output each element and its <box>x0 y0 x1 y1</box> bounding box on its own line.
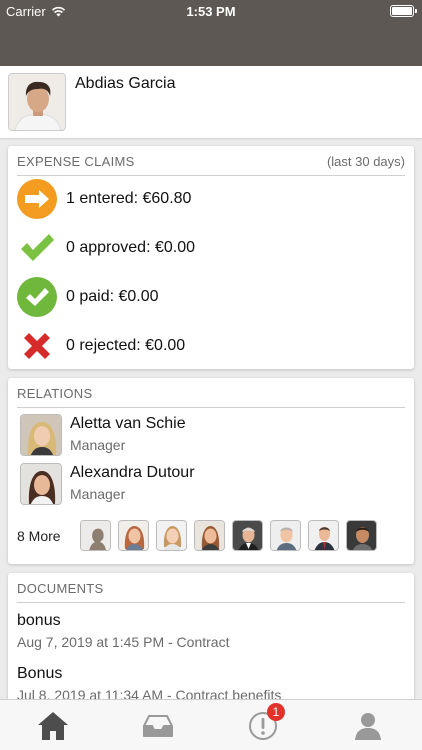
woman-portrait-icon <box>21 415 61 455</box>
status-bar: Carrier 1:53 PM <box>0 0 422 22</box>
navigation-bar <box>0 22 422 66</box>
person-photo-icon <box>233 521 262 550</box>
relations-title: RELATIONS <box>17 386 93 401</box>
claim-rejected-label: 0 rejected: €0.00 <box>66 337 186 354</box>
document-title: bonus <box>17 612 61 629</box>
claim-row-rejected[interactable]: 0 rejected: €0.00 <box>16 324 185 368</box>
person-photo-icon <box>157 521 186 550</box>
relations-card: RELATIONS Aletta van Schie Manager Alexa… <box>8 378 414 564</box>
document-title: Bonus <box>17 665 63 682</box>
relation-role: Manager <box>70 437 126 453</box>
more-relations-row[interactable]: 8 More <box>17 520 407 552</box>
person-photo-icon <box>271 521 300 550</box>
document-item[interactable]: bonus Aug 7, 2019 at 1:45 PM - Contract <box>17 612 229 650</box>
clock: 1:53 PM <box>186 4 236 19</box>
expense-claims-card: EXPENSE CLAIMS (last 30 days) 1 entered:… <box>8 146 414 369</box>
relation-role: Manager <box>70 486 126 502</box>
claim-approved-label: 0 approved: €0.00 <box>66 239 195 256</box>
relation-thumbnail[interactable] <box>232 520 263 551</box>
claim-paid-label: 0 paid: €0.00 <box>66 288 159 305</box>
home-icon <box>37 711 68 740</box>
relation-avatar <box>20 414 62 456</box>
person-icon <box>354 712 381 740</box>
document-meta: Aug 7, 2019 at 1:45 PM - Contract <box>17 634 230 650</box>
relation-name: Aletta van Schie <box>70 415 186 432</box>
person-photo-icon <box>119 521 148 550</box>
relations-header: RELATIONS <box>17 386 405 408</box>
claim-entered-label: 1 entered: €60.80 <box>66 190 192 207</box>
document-item[interactable]: Bonus Jul 8, 2019 at 11:34 AM - Contract… <box>17 665 281 703</box>
person-photo-icon <box>347 521 376 550</box>
more-relations-label[interactable]: 8 More <box>17 528 61 544</box>
tab-profile[interactable] <box>315 700 420 750</box>
checkmark-icon <box>21 234 54 261</box>
profile-name: Abdias Garcia <box>75 75 176 92</box>
expense-claims-period: (last 30 days) <box>326 154 405 169</box>
profile-photo[interactable] <box>8 73 66 131</box>
expense-claims-title: EXPENSE CLAIMS <box>17 154 135 169</box>
user-portrait-icon <box>9 74 65 130</box>
profile-header[interactable]: Abdias Garcia <box>0 66 422 138</box>
tab-bar: 1 <box>0 699 422 750</box>
notification-badge: 1 <box>267 703 285 721</box>
relation-thumbnail[interactable] <box>118 520 149 551</box>
inbox-icon <box>142 714 173 737</box>
documents-header: DOCUMENTS <box>17 581 405 603</box>
relation-thumbnail[interactable] <box>308 520 339 551</box>
documents-card: DOCUMENTS bonus Aug 7, 2019 at 1:45 PM -… <box>8 573 414 713</box>
relation-thumbnail[interactable] <box>80 520 111 551</box>
relation-item[interactable]: Aletta van Schie Manager <box>20 414 400 458</box>
relation-name: Alexandra Dutour <box>70 464 195 481</box>
silhouette-avatar-icon <box>81 521 110 550</box>
relation-thumbnail[interactable] <box>346 520 377 551</box>
person-photo-icon <box>309 521 338 550</box>
check-circle-icon <box>17 277 57 317</box>
expense-claims-header: EXPENSE CLAIMS (last 30 days) <box>17 154 405 176</box>
relation-thumbnail[interactable] <box>270 520 301 551</box>
claim-row-paid[interactable]: 0 paid: €0.00 <box>16 275 159 319</box>
relation-avatar <box>20 463 62 505</box>
claim-row-approved[interactable]: 0 approved: €0.00 <box>16 226 195 270</box>
arrow-right-icon <box>17 179 57 219</box>
person-photo-icon <box>195 521 224 550</box>
tab-home[interactable] <box>0 700 105 750</box>
documents-title: DOCUMENTS <box>17 581 104 596</box>
battery-icon <box>390 5 417 17</box>
relation-item[interactable]: Alexandra Dutour Manager <box>20 463 400 507</box>
tab-inbox[interactable] <box>105 700 210 750</box>
woman-portrait-icon <box>21 464 61 504</box>
tab-alerts[interactable]: 1 <box>210 700 315 750</box>
cross-icon <box>24 333 50 359</box>
relation-thumbnail[interactable] <box>194 520 225 551</box>
relation-thumbnail[interactable] <box>156 520 187 551</box>
claim-row-entered[interactable]: 1 entered: €60.80 <box>16 177 191 221</box>
